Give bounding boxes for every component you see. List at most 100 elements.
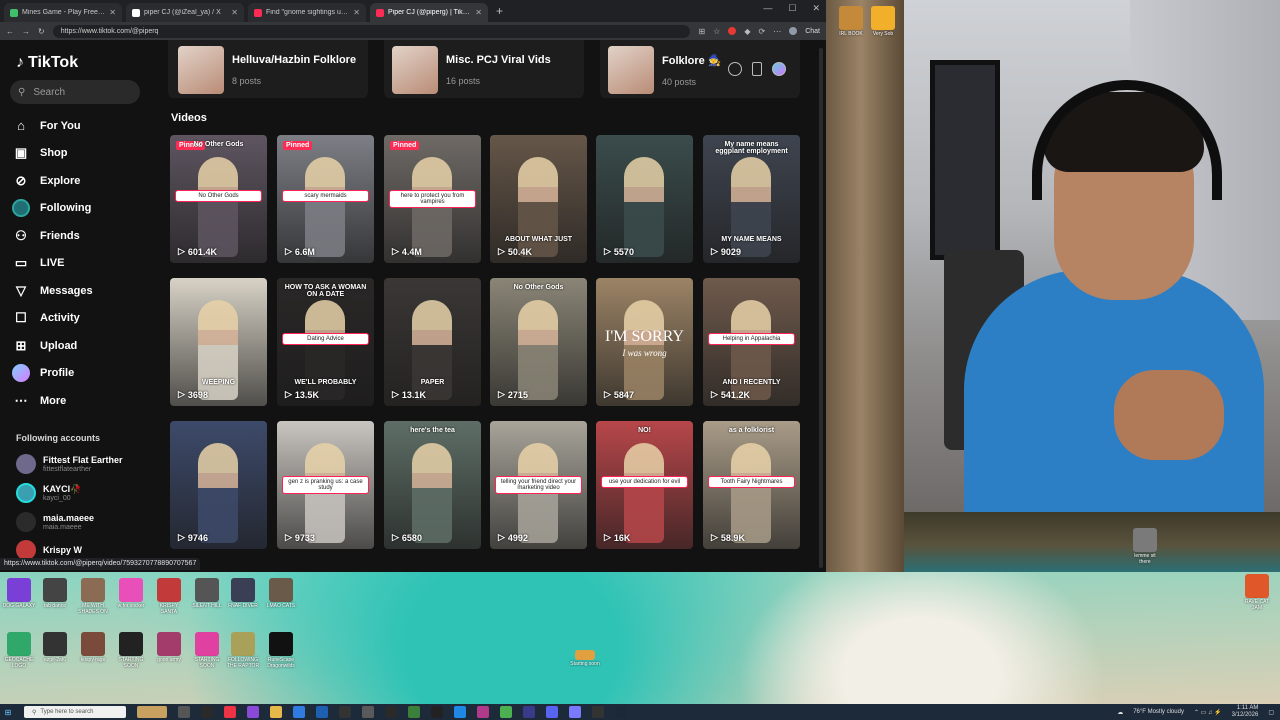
- video-card[interactable]: gen z is pranking us: a case study ▷ 9733: [277, 421, 374, 549]
- extension-icon[interactable]: ◆: [744, 27, 750, 36]
- browser-tab-active[interactable]: Piper CJ (@piperg) | TikTok ✕: [370, 3, 488, 22]
- video-card[interactable]: NO! use your dedication for evil ▷ 16K: [596, 421, 693, 549]
- scrollbar[interactable]: [819, 48, 823, 568]
- back-icon[interactable]: ←: [6, 27, 14, 36]
- desktop-icon[interactable]: lemme sit there: [1128, 528, 1162, 565]
- desktop-icon[interactable]: GEOCACHE LOGO: [2, 632, 36, 669]
- desktop-icon[interactable]: tab dance: [38, 578, 72, 609]
- steam-icon[interactable]: [615, 706, 627, 718]
- app-icon[interactable]: [247, 706, 259, 718]
- video-card[interactable]: No Other Gods ▷ 2715: [490, 278, 587, 406]
- browser-tab[interactable]: Mines Game - Play Free Social Ca ✕: [4, 3, 122, 22]
- widgets-icon[interactable]: [137, 706, 167, 718]
- chat-button[interactable]: Chat: [805, 28, 820, 35]
- app-icon[interactable]: [569, 706, 581, 718]
- forward-icon[interactable]: →: [22, 27, 30, 36]
- video-card[interactable]: Pinned No Other Gods No Other Gods ▷ 601.4K: [170, 135, 267, 263]
- sidebar-item-messages[interactable]: ▽ Messages: [12, 277, 93, 305]
- app-icon[interactable]: [293, 706, 305, 718]
- avatar[interactable]: [789, 27, 798, 35]
- tray-icons[interactable]: ⌃ ▭ ♫ ⚡: [1194, 709, 1222, 716]
- extension-icon[interactable]: ⟳: [759, 27, 766, 36]
- playlist-card[interactable]: Misc. PCJ Viral Vids 16 posts: [384, 40, 584, 98]
- account-item[interactable]: maia.maeee maia.maeee: [16, 512, 94, 532]
- browser-tab[interactable]: piper CJ (@iZeal_ya) / X ✕: [126, 3, 244, 22]
- video-card[interactable]: WEEPING ▷ 3698: [170, 278, 267, 406]
- desktop-icon[interactable]: ME WITH SHADES ON: [76, 578, 110, 615]
- desktop-icon[interactable]: Very Sob: [866, 6, 900, 37]
- menu-dots-icon[interactable]: ⋯: [773, 27, 781, 36]
- desktop-icon[interactable]: RuneScape Dragonwilds: [264, 632, 298, 669]
- browser-tab[interactable]: Find "gnome sightings utah" on Ti ✕: [248, 3, 366, 22]
- close-icon[interactable]: ✕: [475, 8, 482, 17]
- sidebar-item-upload[interactable]: ⊞ Upload: [12, 332, 93, 360]
- tiktok-logo[interactable]: ♪ TikTok: [16, 54, 78, 72]
- sidebar-item-shop[interactable]: ▣ Shop: [12, 140, 93, 168]
- desktop-icon[interactable]: KRISPY SANTA: [152, 578, 186, 615]
- chrome-icon[interactable]: [224, 706, 236, 718]
- account-item[interactable]: Fittest Flat Earther fittestflatearther: [16, 454, 123, 474]
- close-icon[interactable]: ✕: [353, 8, 360, 17]
- sidebar-item-friends[interactable]: ⚇ Friends: [12, 222, 93, 250]
- app-icon[interactable]: [523, 706, 535, 718]
- sidebar-item-explore[interactable]: ⊘ Explore: [12, 167, 93, 195]
- app-icon[interactable]: [592, 706, 604, 718]
- reload-icon[interactable]: ↻: [38, 27, 45, 36]
- search-input[interactable]: ⚲ Search: [10, 80, 140, 104]
- app-icon[interactable]: [477, 706, 489, 718]
- desktop-icon[interactable]: FNAF DIVER: [226, 578, 260, 609]
- app-icon[interactable]: [431, 706, 443, 718]
- extension-icon[interactable]: [728, 27, 737, 35]
- video-card[interactable]: HOW TO ASK A WOMAN ON A DATE Dating Advic…: [277, 278, 374, 406]
- video-card[interactable]: Pinned scary mermaids ▷ 6.6M: [277, 135, 374, 263]
- desktop-icon[interactable]: LMAO CATS: [264, 578, 298, 609]
- desktop-icon[interactable]: STARTING SOON: [190, 632, 224, 669]
- desktop-icon[interactable]: STARTING SOON: [114, 632, 148, 669]
- video-card[interactable]: here's the tea ▷ 6580: [384, 421, 481, 549]
- sidebar-item-following[interactable]: · Following: [12, 195, 93, 223]
- desktop-icon[interactable]: IRL BOOK: [834, 6, 868, 37]
- video-card[interactable]: as a folklorist Tooth Fairy Nightmares ▷ 58…: [703, 421, 800, 549]
- video-card[interactable]: PAPER ▷ 13.1K: [384, 278, 481, 406]
- video-card[interactable]: My name means eggplant employment MY NAME…: [703, 135, 800, 263]
- weather-text[interactable]: 76°F Mostly cloudy: [1133, 709, 1184, 715]
- clock[interactable]: 1:11 AM 3/12/2026: [1232, 705, 1259, 719]
- video-card[interactable]: I'M SORRY I was wrong ▷ 5847: [596, 278, 693, 406]
- extension-icon[interactable]: ⊞: [698, 27, 705, 36]
- video-card[interactable]: Pinned here to protect you from vampires ▷…: [384, 135, 481, 263]
- weather-icon[interactable]: ☁: [1117, 709, 1123, 716]
- video-card[interactable]: ▷ 9746: [170, 421, 267, 549]
- account-item[interactable]: KAYCI🥀 kayci_00: [16, 483, 81, 503]
- windows-start-icon[interactable]: ⊞: [0, 708, 16, 717]
- account-item[interactable]: Krispy W: [16, 540, 82, 560]
- sidebar-item-for-you[interactable]: ⌂ For You: [12, 112, 93, 140]
- discord-icon[interactable]: [546, 706, 558, 718]
- app-icon[interactable]: [385, 706, 397, 718]
- close-icon[interactable]: ✕: [231, 8, 238, 17]
- sidebar-item-activity[interactable]: ☐ Activity: [12, 305, 93, 333]
- desktop-icon[interactable]: ezgif-2af6: [38, 632, 72, 663]
- close-icon[interactable]: ✕: [109, 8, 116, 17]
- new-tab-icon[interactable]: +: [496, 4, 503, 18]
- video-card[interactable]: ABOUT WHAT JUST ▷ 50.4K: [490, 135, 587, 263]
- sidebar-item-more[interactable]: ⋯ More: [12, 387, 93, 415]
- maximize-icon[interactable]: ☐: [788, 3, 796, 14]
- desktop-icon[interactable]: w for sticker: [114, 578, 148, 609]
- app-icon[interactable]: [500, 706, 512, 718]
- app-icon[interactable]: [362, 706, 374, 718]
- star-icon[interactable]: ☆: [713, 27, 720, 36]
- app-icon[interactable]: [201, 706, 213, 718]
- notification-icon[interactable]: ▢: [1268, 709, 1274, 716]
- compass-icon[interactable]: [728, 62, 742, 76]
- avatar[interactable]: [772, 62, 786, 76]
- desktop-icon[interactable]: FOLLOWING THE RAPTOR: [226, 632, 260, 669]
- video-card[interactable]: Helping in Appalachia AND I RECENTLY ▷ 541.…: [703, 278, 800, 406]
- url-input[interactable]: https://www.tiktok.com/@piperq: [52, 24, 691, 38]
- playlist-card[interactable]: Helluva/Hazbin Folklore 8 posts: [168, 40, 368, 98]
- task-view-icon[interactable]: [178, 706, 190, 718]
- desktop-icon[interactable]: krispy rage: [76, 632, 110, 663]
- desktop-icon[interactable]: SILENT HILL: [190, 578, 224, 609]
- app-icon[interactable]: [316, 706, 328, 718]
- minimize-icon[interactable]: —: [763, 3, 772, 14]
- app-icon[interactable]: [339, 706, 351, 718]
